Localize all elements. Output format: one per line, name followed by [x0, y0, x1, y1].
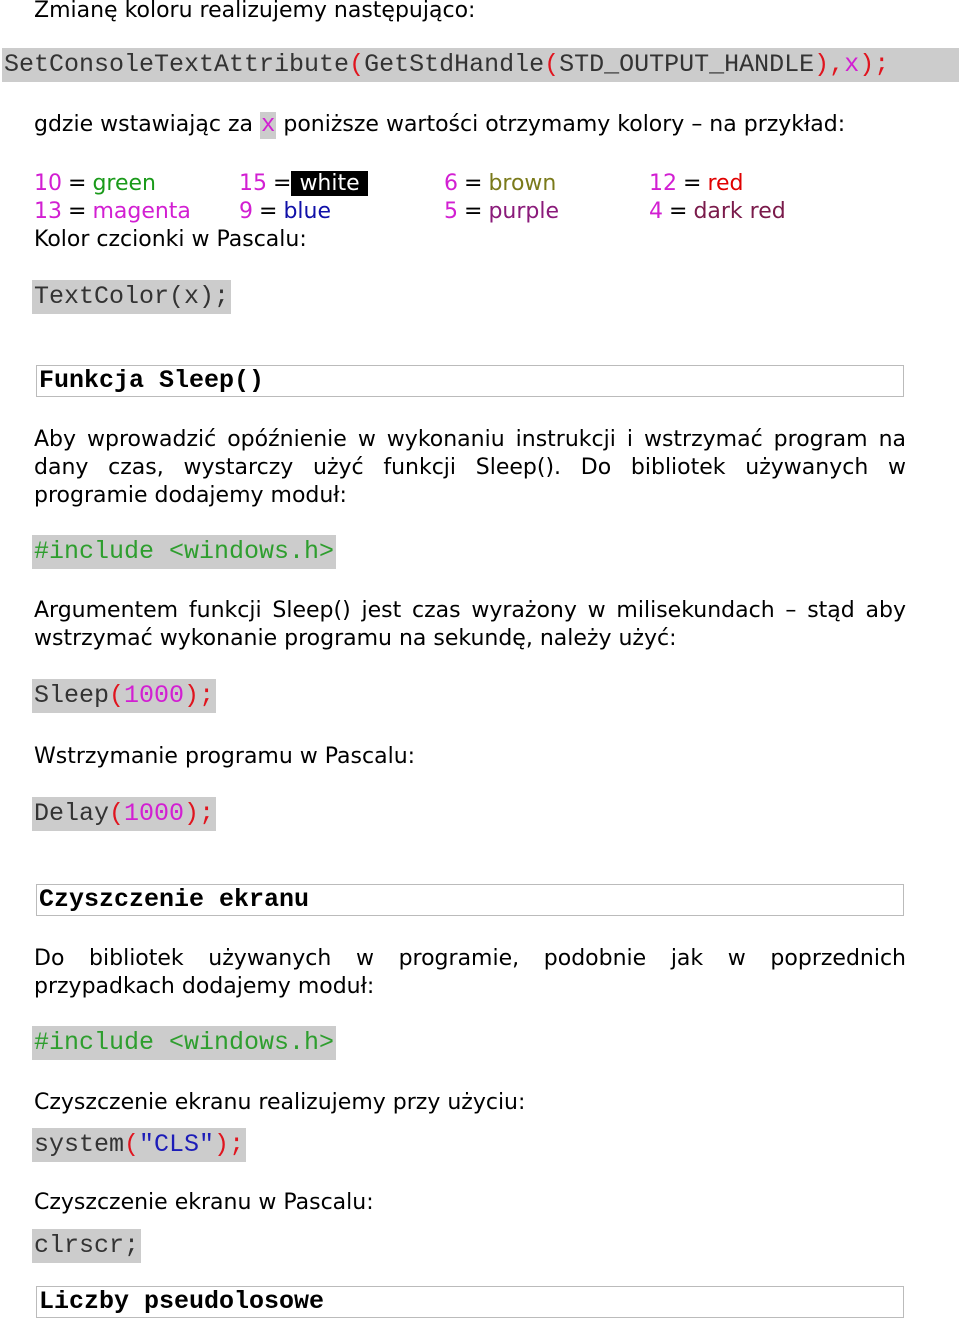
color-entry: 4 = dark red	[649, 198, 786, 226]
pascal-clear-label: Czyszczenie ekranu w Pascalu:	[34, 1190, 374, 1215]
code-const: STD_OUTPUT_HANDLE	[559, 50, 815, 79]
code-paren: (	[109, 799, 125, 828]
intro-text: Zmianę koloru realizujemy następująco:	[34, 0, 476, 23]
code-paren: (	[109, 681, 125, 710]
code-include-windows: #include <windows.h>	[32, 535, 337, 569]
insert-sentence: gdzie wstawiając za x poniższe wartości …	[34, 111, 845, 140]
equals-sign: =	[464, 171, 483, 196]
section-heading-sleep: Funkcja Sleep()	[36, 365, 904, 397]
clear-usage-label: Czyszczenie ekranu realizujemy przy użyc…	[34, 1090, 526, 1115]
code-fn: Sleep	[34, 681, 110, 710]
color-entry: 15 = white	[239, 170, 368, 198]
color-name: blue	[283, 199, 331, 224]
clear-paragraph: Do bibliotek używanych w programie, podo…	[34, 946, 906, 999]
code-include-windows-2: #include <windows.h>	[32, 1026, 337, 1060]
code-fn: system	[34, 1130, 125, 1159]
color-name: red	[707, 171, 744, 196]
code-comma: ,	[829, 50, 845, 79]
color-code: 9	[239, 199, 253, 224]
code-set-console-attribute: SetConsoleTextAttribute(GetStdHandle(STD…	[2, 48, 959, 82]
equals-sign: =	[259, 199, 278, 224]
code-clrscr: clrscr;	[32, 1229, 142, 1263]
equals-sign: =	[669, 199, 688, 224]
color-code: 12	[649, 171, 677, 196]
code-string: "CLS"	[139, 1130, 215, 1159]
color-entry: 6 = brown	[444, 170, 556, 198]
color-name: purple	[488, 199, 560, 224]
var-x: x	[259, 112, 277, 139]
color-name: dark red	[693, 199, 786, 224]
code-system-cls: system("CLS");	[32, 1128, 247, 1162]
color-name: magenta	[92, 199, 191, 224]
sleep-argument-paragraph: Argumentem funkcji Sleep() jest czas wyr…	[34, 598, 906, 651]
color-code: 6	[444, 171, 458, 196]
code-var: x	[844, 50, 860, 79]
color-name: white	[291, 171, 368, 196]
equals-sign: =	[683, 171, 702, 196]
pascal-color-label: Kolor czcionki w Pascalu:	[34, 227, 307, 252]
code-paren: )	[214, 1130, 230, 1159]
equals-sign: =	[273, 171, 292, 196]
text: gdzie wstawiając za	[34, 112, 260, 137]
color-code: 15	[239, 171, 267, 196]
code-fn: SetConsoleTextAttribute	[4, 50, 350, 79]
color-code: 4	[649, 199, 663, 224]
code-semicolon: ;	[199, 799, 215, 828]
color-name: brown	[488, 171, 557, 196]
color-entry: 9 = blue	[239, 198, 331, 226]
code-number: 1000	[124, 799, 185, 828]
color-code: 13	[34, 199, 62, 224]
code-paren: (	[544, 50, 560, 79]
code-paren: )	[184, 681, 200, 710]
pascal-delay-label: Wstrzymanie programu w Pascalu:	[34, 744, 416, 769]
code-paren: )	[814, 50, 830, 79]
code-number: 1000	[124, 681, 185, 710]
color-entry: 12 = red	[649, 170, 744, 198]
equals-sign: =	[68, 199, 87, 224]
code-semicolon: ;	[229, 1130, 245, 1159]
color-code: 10	[34, 171, 62, 196]
code-textcolor: TextColor(x);	[32, 280, 232, 314]
sleep-paragraph: Aby wprowadzić opóźnienie w wykonaniu in…	[34, 427, 906, 508]
code-semicolon: ;	[199, 681, 215, 710]
code-paren: )	[184, 799, 200, 828]
section-heading-random-numbers: Liczby pseudolosowe	[36, 1286, 904, 1318]
code-paren: )	[859, 50, 875, 79]
color-entry: 13 = magenta	[34, 198, 191, 226]
equals-sign: =	[68, 171, 87, 196]
section-heading-clear-screen: Czyszczenie ekranu	[36, 884, 904, 916]
code-semicolon: ;	[874, 50, 890, 79]
code-paren: (	[349, 50, 365, 79]
color-name: green	[92, 171, 156, 196]
code-sleep-call: Sleep(1000);	[32, 679, 217, 713]
code-paren: (	[124, 1130, 140, 1159]
color-entry: 5 = purple	[444, 198, 559, 226]
equals-sign: =	[464, 199, 483, 224]
color-code: 5	[444, 199, 458, 224]
code-fn: Delay	[34, 799, 110, 828]
code-fn: GetStdHandle	[364, 50, 545, 79]
code-delay-call: Delay(1000);	[32, 797, 217, 831]
text: poniższe wartości otrzymamy kolory – na …	[276, 112, 846, 137]
color-entry: 10 = green	[34, 170, 156, 198]
